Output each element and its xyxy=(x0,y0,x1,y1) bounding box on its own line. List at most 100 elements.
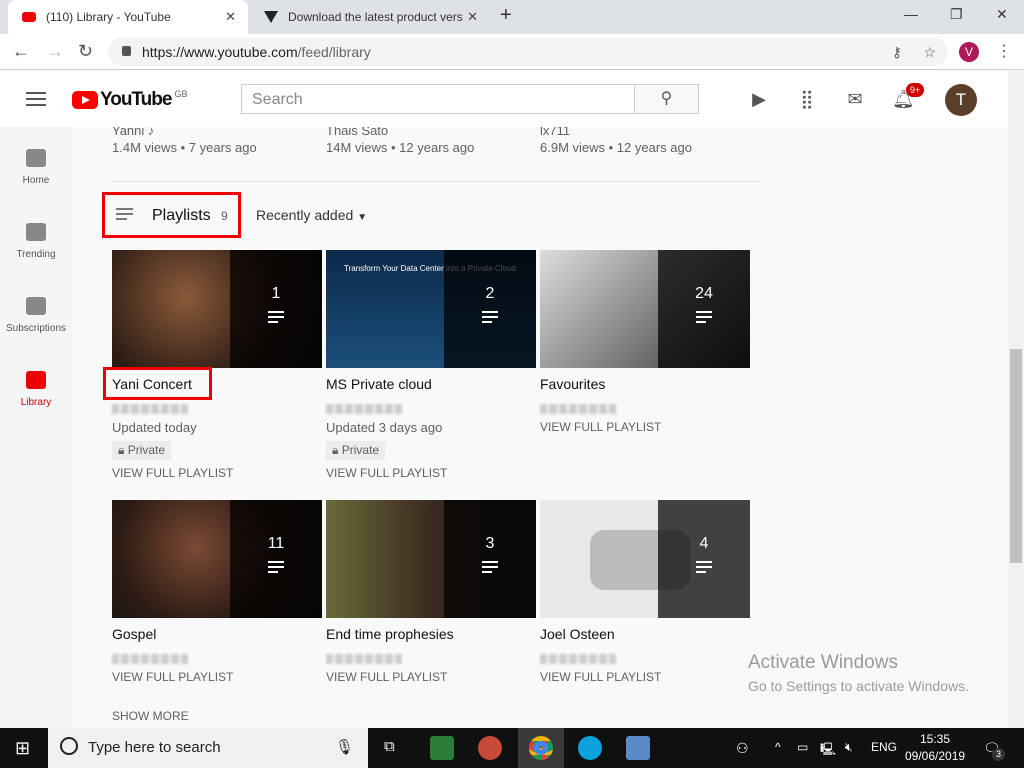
playlist-card[interactable]: Transform Your Data Center into a Privat… xyxy=(326,250,536,480)
activate-windows-watermark: Activate Windows Go to Settings to activ… xyxy=(748,652,969,694)
playlist-title[interactable]: Joel Osteen xyxy=(540,626,750,644)
clock[interactable]: 15:35 09/06/2019 xyxy=(905,732,965,763)
playlist-title[interactable]: Gospel xyxy=(112,626,322,644)
playlist-card[interactable]: 1 Yani Concert Updated today 🔒︎ Private … xyxy=(112,250,322,480)
restore-button[interactable]: ❐ xyxy=(950,6,963,23)
forward-icon[interactable]: → xyxy=(46,41,64,62)
view-full-playlist-link[interactable]: VIEW FULL PLAYLIST xyxy=(326,466,536,480)
sidebar-label: Subscriptions xyxy=(5,323,67,334)
people-icon[interactable]: ⚇ xyxy=(736,740,749,757)
view-full-playlist-link[interactable]: VIEW FULL PLAYLIST xyxy=(112,466,322,480)
minimize-button[interactable]: — xyxy=(904,6,918,22)
taskbar-app-icon[interactable] xyxy=(626,736,650,760)
url-path: /feed/library xyxy=(297,44,371,60)
back-icon[interactable]: ← xyxy=(12,41,30,62)
chrome-taskbar-button[interactable] xyxy=(518,728,564,768)
playlist-title[interactable]: MS Private cloud xyxy=(326,376,536,394)
updated-text: Updated today xyxy=(112,420,197,435)
playlist-card[interactable]: 4 Joel Osteen VIEW FULL PLAYLIST xyxy=(540,500,750,684)
close-window-button[interactable]: ✕ xyxy=(996,6,1008,23)
volume-muted-icon[interactable]: 🔇︎ xyxy=(845,740,853,755)
section-divider xyxy=(112,181,760,182)
blurred-channel-name xyxy=(112,404,188,414)
profile-avatar[interactable]: V xyxy=(959,42,979,62)
video-channel[interactable]: lx711 xyxy=(540,127,570,138)
sidebar-item-library[interactable]: Library xyxy=(0,371,72,408)
tab-download[interactable]: Download the latest product vers ✕ xyxy=(250,0,490,34)
playlist-overlay: 2 xyxy=(444,250,536,368)
sidebar-label: Home xyxy=(22,175,50,186)
taskbar-app-icon[interactable] xyxy=(478,736,502,760)
battery-icon[interactable]: ▭ xyxy=(797,740,808,754)
reload-icon[interactable]: ↻ xyxy=(78,41,93,62)
show-hidden-icons[interactable]: ^ xyxy=(775,740,781,754)
sidebar-item-subscriptions[interactable]: Subscriptions xyxy=(0,297,72,334)
view-full-playlist-link[interactable]: VIEW FULL PLAYLIST xyxy=(540,420,750,434)
language-indicator[interactable]: ENG xyxy=(871,740,897,754)
hamburger-menu-icon[interactable] xyxy=(26,92,46,110)
folder-icon xyxy=(26,371,46,389)
tab-strip: (110) Library - YouTube ✕ Download the la… xyxy=(0,0,1024,34)
create-video-icon[interactable]: ▶ xyxy=(748,89,770,109)
menu-kebab-icon[interactable]: ⋮ xyxy=(996,41,1012,61)
view-full-playlist-link[interactable]: VIEW FULL PLAYLIST xyxy=(112,670,322,684)
taskbar-app-icon[interactable] xyxy=(578,736,602,760)
playlist-card[interactable]: 24 Favourites VIEW FULL PLAYLIST xyxy=(540,250,750,434)
playlist-thumbnail[interactable]: 4 xyxy=(540,500,750,618)
scrollbar-thumb[interactable] xyxy=(1010,349,1022,563)
new-tab-button[interactable]: + xyxy=(500,4,512,27)
playlist-card[interactable]: 11 Gospel VIEW FULL PLAYLIST xyxy=(112,500,322,684)
sort-dropdown[interactable]: Recently added ▼ xyxy=(256,207,367,223)
search-button[interactable]: ⚲ xyxy=(634,84,699,114)
account-avatar[interactable]: T xyxy=(945,84,977,116)
taskbar-search-input[interactable]: Type here to search 🎙︎ xyxy=(48,728,368,768)
view-full-playlist-link[interactable]: VIEW FULL PLAYLIST xyxy=(326,670,536,684)
playlist-card[interactable]: 3 End time prophesies VIEW FULL PLAYLIST xyxy=(326,500,536,684)
video-channel[interactable]: Thais Sato xyxy=(326,127,388,138)
tab-youtube-library[interactable]: (110) Library - YouTube ✕ xyxy=(8,0,248,34)
key-icon[interactable]: ⚷ xyxy=(892,44,902,61)
video-meta: 1.4M views • 7 years ago xyxy=(112,140,257,155)
lock-icon: 🔒︎ xyxy=(332,443,339,457)
library-content: Yanni ♪ 1.4M views • 7 years ago Thais S… xyxy=(72,127,1008,728)
playlist-thumbnail[interactable]: 24 xyxy=(540,250,750,368)
task-view-icon[interactable]: ⧉ xyxy=(384,738,395,755)
view-full-playlist-link[interactable]: VIEW FULL PLAYLIST xyxy=(540,670,750,684)
playlist-overlay: 3 xyxy=(444,500,536,618)
playlist-title[interactable]: End time prophesies xyxy=(326,626,536,644)
private-badge: 🔒︎ Private xyxy=(112,441,172,460)
blurred-channel-name xyxy=(326,404,402,414)
youtube-play-icon xyxy=(72,91,98,109)
playlist-overlay: 24 xyxy=(658,250,750,368)
network-icon[interactable]: 🖳︎ xyxy=(820,740,836,761)
scrollbar[interactable] xyxy=(1008,71,1024,728)
messages-icon[interactable]: ✉ xyxy=(844,89,866,109)
search-input[interactable]: Search xyxy=(241,84,635,114)
lock-icon: 🔒︎ xyxy=(118,443,125,457)
playlist-count: 9 xyxy=(221,209,228,223)
youtube-logo[interactable]: YouTube GB xyxy=(72,89,187,111)
section-title[interactable]: Playlists xyxy=(152,207,211,225)
subscriptions-icon xyxy=(26,297,46,315)
notification-count: 3 xyxy=(992,748,1005,761)
microphone-icon[interactable]: 🎙︎ xyxy=(335,738,354,756)
url-field[interactable]: https://www.youtube.com/feed/library ⚷ ☆ xyxy=(108,38,948,66)
show-more-button[interactable]: SHOW MORE xyxy=(112,709,189,723)
video-count: 1 xyxy=(271,285,281,302)
windows-start-icon[interactable]: ⊞ xyxy=(15,738,30,759)
video-channel[interactable]: Yanni ♪ xyxy=(112,127,154,138)
playlist-thumbnail[interactable]: Transform Your Data Center into a Privat… xyxy=(326,250,536,368)
playlist-thumbnail[interactable]: 1 xyxy=(112,250,322,368)
sidebar-item-home[interactable]: Home xyxy=(0,149,72,186)
sidebar: Home Trending Subscriptions Library xyxy=(0,127,72,728)
bookmark-star-icon[interactable]: ☆ xyxy=(923,44,936,61)
playlist-thumbnail[interactable]: 3 xyxy=(326,500,536,618)
sidebar-item-trending[interactable]: Trending xyxy=(0,223,72,260)
apps-grid-icon[interactable]: ⣿ xyxy=(796,89,818,109)
taskbar-app-icon[interactable] xyxy=(430,736,454,760)
close-tab-icon[interactable]: ✕ xyxy=(467,9,478,25)
playlist-thumbnail[interactable]: 11 xyxy=(112,500,322,618)
close-tab-icon[interactable]: ✕ xyxy=(225,9,236,25)
playlist-title[interactable]: Favourites xyxy=(540,376,750,394)
privacy-label: Private xyxy=(341,443,380,457)
